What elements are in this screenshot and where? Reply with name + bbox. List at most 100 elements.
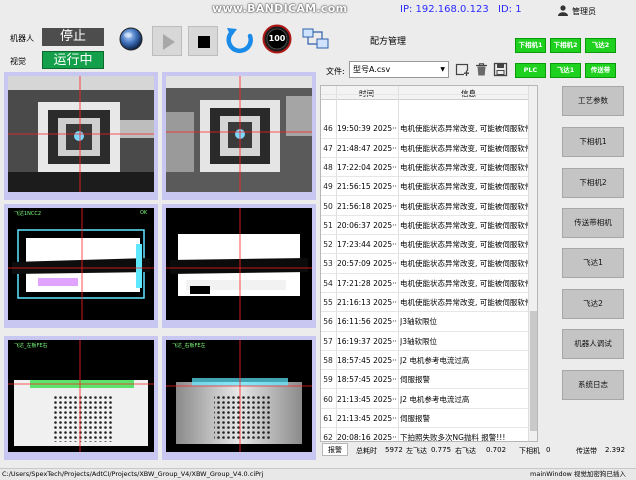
row-message: J3轴软限位 <box>400 336 437 346</box>
total-time-label: 总耗时 <box>356 447 377 455</box>
stop-button[interactable] <box>188 26 218 56</box>
green-btn-plc[interactable]: PLC <box>515 63 546 78</box>
table-row[interactable]: 46 19:50:39 2025··· 电机使能状态异常改变, 可能被伺服软件 <box>321 119 529 139</box>
belt-label: 传送带 <box>576 447 597 455</box>
table-row[interactable]: 53 20:57:09 2025··· 电机使能状态异常改变, 可能被伺服软件 <box>321 254 529 274</box>
row-number: 52 <box>323 240 333 250</box>
table-row[interactable]: 50 21:56:18 2025··· 电机使能状态异常改变, 可能被伺服软件 <box>321 197 529 216</box>
project-path: C:/Users/SpexTech/Projects/AdtCI/Project… <box>2 470 264 478</box>
green-btn-cam2[interactable]: 下相机2 <box>550 38 581 53</box>
table-row[interactable]: 58 18:57:45 2025··· J2 电机参考电流过高 <box>321 351 529 371</box>
table-row[interactable]: 59 18:57:45 2025··· 伺服报警 <box>321 370 529 390</box>
table-row[interactable]: 54 17:21:28 2025··· 电机使能状态异常改变, 可能被伺服软件 <box>321 274 529 293</box>
row-message: 电机使能状态异常改变, 可能被伺服软件 <box>400 220 529 230</box>
camera-view-5[interactable]: 飞达_左板FE右 <box>4 336 158 460</box>
row-number: 49 <box>323 182 333 192</box>
camera-image-5 <box>8 340 154 452</box>
delete-icon[interactable] <box>474 62 489 77</box>
table-row[interactable]: 45 <box>321 88 529 96</box>
camera-view-4[interactable] <box>162 204 316 328</box>
chevron-down-icon: ▼ <box>440 66 445 73</box>
network-icon[interactable] <box>302 26 330 52</box>
vision-label: 视觉 <box>10 57 26 66</box>
start-button[interactable] <box>152 26 182 56</box>
camera-image-1 <box>8 76 154 192</box>
table-row[interactable]: 47 21:48:47 2025··· 电机使能状态异常改变, 可能被伺服软件 <box>321 139 529 158</box>
process-params-button[interactable]: 工艺参数 <box>562 86 624 116</box>
user-icon <box>558 5 568 16</box>
row-message: 电机使能状态异常改变, 可能被伺服软件 <box>400 259 529 269</box>
row-number: 55 <box>323 298 333 307</box>
stop-icon <box>198 36 210 48</box>
lower-camera-label: 下相机 <box>519 447 540 455</box>
row-message: 电机使能状态异常改变, 可能被伺服软件 <box>400 201 529 211</box>
row-time: 20:08:16 2025··· <box>337 433 397 442</box>
robot-status: 停止 <box>42 28 104 46</box>
belt-value: 2.392 <box>605 446 626 454</box>
camera-scene-2 <box>166 76 312 192</box>
green-btn-cam1[interactable]: 下相机1 <box>515 38 546 53</box>
row-time: 16:11:56 2025··· <box>337 317 397 327</box>
file-select-value: 型号A.csv <box>353 65 391 74</box>
save-icon[interactable] <box>493 62 508 77</box>
file-select[interactable]: 型号A.csv ▼ <box>349 61 449 78</box>
row-number: 51 <box>323 220 333 230</box>
feeder1-button[interactable]: 飞达1 <box>562 248 624 278</box>
camera-view-1[interactable] <box>4 72 158 200</box>
table-row[interactable]: 55 21:16:13 2025··· 电机使能状态异常改变, 可能被伺服软件 <box>321 293 529 313</box>
row-time: 21:13:45 2025··· <box>337 394 397 404</box>
new-file-icon[interactable] <box>455 62 470 77</box>
row-message: J2 电机参考电流过高 <box>400 394 470 404</box>
camera-scene-3 <box>8 208 154 320</box>
table-row[interactable]: 49 21:56:15 2025··· 电机使能状态异常改变, 可能被伺服软件 <box>321 177 529 197</box>
table-row[interactable]: 48 17:22:04 2025··· 电机使能状态异常改变, 可能被伺服软件 <box>321 158 529 178</box>
system-log-button[interactable]: 系统日志 <box>562 370 624 400</box>
lower-camera1-button[interactable]: 下相机1 <box>562 127 624 157</box>
table-row[interactable]: 62 20:08:16 2025··· 下拍照失败多次NG抛料 报警!!! <box>321 428 529 442</box>
tab-alarm[interactable]: 报警 <box>322 443 348 456</box>
row-message: 电机使能状态异常改变, 可能被伺服软件 <box>400 278 529 288</box>
bandicam-watermark: www.BANDICAM.com <box>212 2 348 15</box>
refresh-icon[interactable] <box>224 24 256 56</box>
robot-debug-button[interactable]: 机器人调试 <box>562 329 624 359</box>
row-number: 47 <box>323 143 333 153</box>
user-name[interactable]: 管理员 <box>572 6 596 17</box>
camera-image-4 <box>166 208 312 320</box>
globe-icon[interactable] <box>118 26 144 52</box>
table-row[interactable]: 51 20:06:37 2025··· 电机使能状态异常改变, 可能被伺服软件 <box>321 216 529 236</box>
green-btn-feeder1[interactable]: 飞达1 <box>550 63 581 78</box>
row-time: 21:56:15 2025··· <box>337 182 397 192</box>
row-time: 18:57:45 2025··· <box>337 375 397 385</box>
row-time: 16:19:37 2025··· <box>337 336 397 346</box>
lower-camera-value: 0 <box>546 446 551 454</box>
camera-view-3[interactable]: 飞达1NCC2 OK <box>4 204 158 328</box>
alarm-log-table[interactable]: 时间 信息 454619:50:39 2025···电机使能状态异常改变, 可能… <box>320 85 538 442</box>
log-scrollbar[interactable] <box>528 86 537 441</box>
camera-view-2[interactable] <box>162 72 316 200</box>
speed-value: 100 <box>268 34 286 43</box>
row-message: 电机使能状态异常改变, 可能被伺服软件 <box>400 182 529 192</box>
table-row[interactable]: 61 21:13:45 2025··· 伺服报警 <box>321 409 529 429</box>
feeder2-button[interactable]: 飞达2 <box>562 289 624 319</box>
row-message: 伺服报警 <box>400 413 430 423</box>
camera-view-6[interactable]: 飞达_右板FE左 <box>162 336 316 460</box>
table-row[interactable]: 52 17:23:44 2025··· 电机使能状态异常改变, 可能被伺服软件 <box>321 235 529 255</box>
camera-scene-6 <box>166 340 312 452</box>
belt-camera-button[interactable]: 传送带相机 <box>562 208 624 238</box>
green-btn-feeder2[interactable]: 飞达2 <box>585 38 616 53</box>
row-number: 50 <box>323 201 333 211</box>
table-row[interactable]: 56 16:11:56 2025··· J3轴软限位 <box>321 312 529 332</box>
row-message: 电机使能状态异常改变, 可能被伺服软件 <box>400 143 529 153</box>
row-number: 62 <box>323 433 333 442</box>
row-number: 60 <box>323 394 333 404</box>
table-row[interactable]: 57 16:19:37 2025··· J3轴软限位 <box>321 332 529 351</box>
lower-camera2-button[interactable]: 下相机2 <box>562 168 624 198</box>
table-row[interactable]: 60 21:13:45 2025··· J2 电机参考电流过高 <box>321 390 529 409</box>
ip-address: IP: 192.168.0.123 <box>400 4 489 15</box>
row-message: 伺服报警 <box>400 375 430 385</box>
camera3-label: 飞达1NCC2 <box>14 211 42 217</box>
green-btn-belt[interactable]: 传送带 <box>585 63 616 78</box>
row-number: 57 <box>323 336 333 346</box>
row-message: J2 电机参考电流过高 <box>400 355 470 365</box>
scrollbar-thumb[interactable] <box>530 311 537 431</box>
